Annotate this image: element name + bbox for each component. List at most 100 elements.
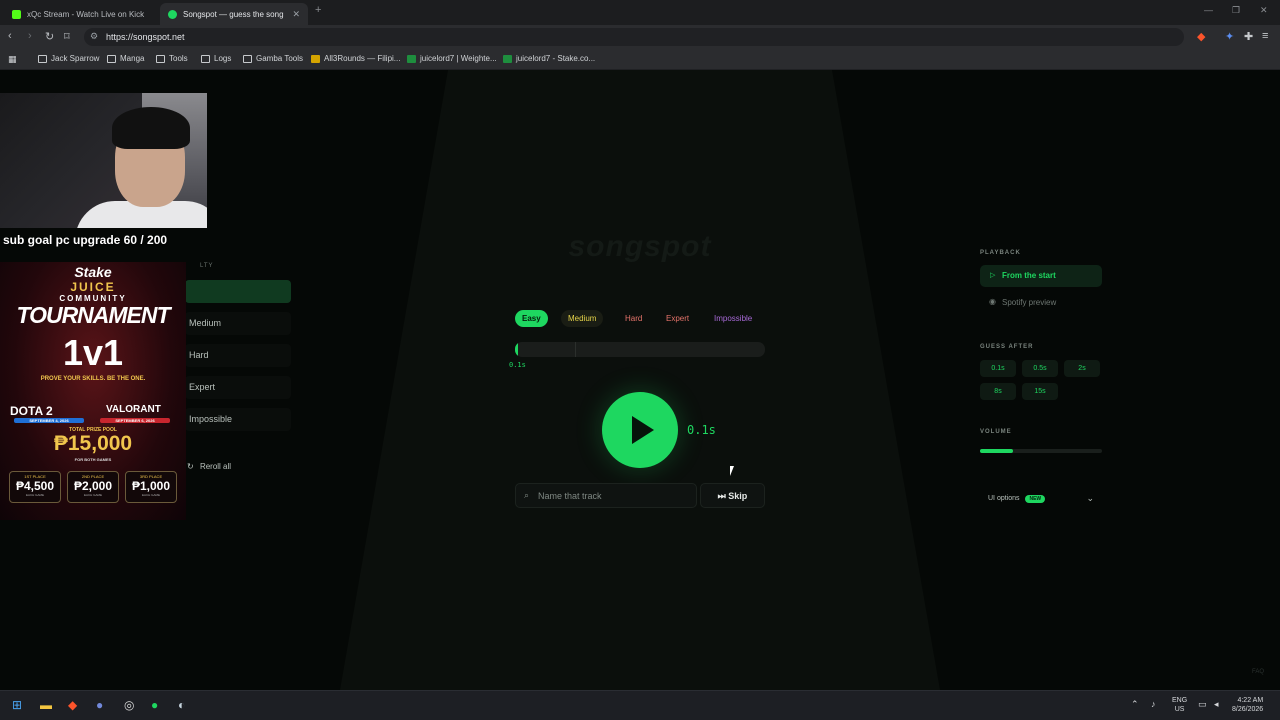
skip-icon: ⏭ xyxy=(717,491,726,501)
apps-grid-icon[interactable]: ▦ xyxy=(8,54,17,65)
skip-button[interactable]: ⏭ Skip xyxy=(700,483,765,508)
difficulty-option-easy[interactable] xyxy=(185,280,291,303)
skip-label: Skip xyxy=(728,491,748,501)
new-badge: NEW xyxy=(1025,495,1046,503)
valorant-label: VALORANT xyxy=(106,404,161,415)
playback-spotify-preview[interactable]: ◉ Spotify preview xyxy=(980,292,1102,314)
brave-browser-icon[interactable]: ◆ xyxy=(68,698,77,712)
stake-logo: Stake xyxy=(74,264,112,280)
tab-xqc-stream[interactable]: xQc Stream - Watch Live on Kick xyxy=(4,3,162,25)
new-tab-button[interactable]: + xyxy=(315,4,321,16)
browser-tab-bar: xQc Stream - Watch Live on Kick Songspot… xyxy=(0,0,1280,25)
search-icon: ⌕ xyxy=(524,490,530,500)
dota2-label: DOTA 2 xyxy=(10,404,53,418)
site-info-icon[interactable]: ⚙ xyxy=(90,31,98,42)
bookmark-logs[interactable]: Logs xyxy=(201,54,231,63)
steam-icon[interactable]: ◐ xyxy=(178,698,185,712)
difficulty-option-impossible[interactable]: Impossible xyxy=(185,408,291,431)
volume-slider[interactable] xyxy=(980,449,1102,453)
difficulty-impossible[interactable]: Impossible xyxy=(707,310,759,327)
guess-after-0-1s[interactable]: 0.1s xyxy=(980,360,1016,377)
windows-start-icon[interactable]: ⊞ xyxy=(12,698,22,712)
guess-input[interactable]: ⌕ Name that track xyxy=(515,483,697,508)
discord-icon[interactable]: ● xyxy=(96,698,103,712)
difficulty-expert[interactable]: Expert xyxy=(659,310,696,327)
play-small-icon: ▷ xyxy=(990,272,996,279)
bookmark-jack-sparrow[interactable]: Jack Sparrow xyxy=(38,54,99,63)
volume-tray-icon[interactable]: ◂ xyxy=(1214,699,1219,710)
bookmark-all3rounds[interactable]: All3Rounds — Filipi... xyxy=(311,54,400,63)
guess-after-8s[interactable]: 8s xyxy=(980,383,1016,400)
minimize-icon[interactable]: — xyxy=(1204,5,1213,15)
network-icon[interactable]: ▭ xyxy=(1198,699,1207,710)
slogan: PROVE YOUR SKILLS. BE THE ONE. xyxy=(40,376,146,382)
tournament-promo-banner: Stake JUICE COMMUNITY TOURNAMENT 1v1 PRO… xyxy=(0,262,186,520)
tab-title: xQc Stream - Watch Live on Kick xyxy=(27,9,145,19)
reroll-all-button[interactable]: ↻ Reroll all xyxy=(187,462,231,471)
close-tab-icon[interactable]: ✕ xyxy=(292,9,300,20)
kick-favicon-icon xyxy=(12,9,21,19)
chrome-icon[interactable]: ◎ xyxy=(124,698,134,712)
bookmark-tools[interactable]: Tools xyxy=(156,54,188,63)
close-window-icon[interactable]: ✕ xyxy=(1260,5,1268,16)
brave-shields-icon[interactable]: ◆ xyxy=(1197,30,1205,43)
guess-after-2s[interactable]: 2s xyxy=(1064,360,1100,377)
difficulty-easy[interactable]: Easy xyxy=(515,310,548,327)
volume-title: VOLUME xyxy=(980,429,1012,435)
mode-label: 1v1 xyxy=(62,332,124,373)
songspot-logo: songspot xyxy=(568,230,712,263)
ui-options-dropdown[interactable]: UI options NEW ⌄ xyxy=(980,488,1102,510)
mouse-cursor-icon xyxy=(730,466,734,476)
site-icon xyxy=(407,54,416,63)
system-clock[interactable]: 4:22 AM 8/26/2026 xyxy=(1232,696,1263,714)
prize-third: 3RD PLACE ₱1,000 EACH GAME xyxy=(125,471,177,503)
microphone-icon[interactable]: ♪ xyxy=(1151,699,1156,709)
url-bar[interactable]: ⚙ https://songspot.net xyxy=(84,28,1184,46)
tab-songspot[interactable]: Songspot — guess the song ✕ xyxy=(160,3,308,25)
extensions-icon[interactable]: ✚ xyxy=(1244,30,1253,43)
playback-from-start[interactable]: ▷ From the start xyxy=(980,265,1102,287)
prize-second: 2ND PLACE ₱2,000 EACH GAME xyxy=(67,471,119,503)
bookmark-gamba-tools[interactable]: Gamba Tools xyxy=(243,54,303,63)
bookmark-juicelord-weighted[interactable]: juicelord7 | Weighte... xyxy=(407,54,497,63)
folder-icon xyxy=(38,54,47,63)
webcam-overlay xyxy=(0,93,207,228)
tray-chevron-up-icon[interactable]: ⌃ xyxy=(1131,699,1139,710)
progress-label: 0.1s xyxy=(509,361,526,369)
progress-marker xyxy=(575,342,576,357)
reroll-icon: ↻ xyxy=(187,462,194,471)
bookmark-icon[interactable]: ⌑ xyxy=(64,30,70,43)
for-both-games: FOR BOTH GAMES xyxy=(74,457,112,462)
difficulty-option-expert[interactable]: Expert xyxy=(185,376,291,399)
spotify-taskbar-icon[interactable]: ● xyxy=(151,698,158,712)
back-icon[interactable]: ‹ xyxy=(8,30,12,42)
language-indicator[interactable]: ENG US xyxy=(1172,696,1187,714)
guess-after-15s[interactable]: 15s xyxy=(1022,383,1058,400)
spotlight-beam xyxy=(340,70,940,690)
difficulty-option-medium[interactable]: Medium xyxy=(185,312,291,335)
folder-icon xyxy=(156,54,165,63)
play-button[interactable] xyxy=(602,392,678,468)
difficulty-hard[interactable]: Hard xyxy=(618,310,649,327)
difficulty-medium[interactable]: Medium xyxy=(561,310,604,327)
sub-goal-text: sub goal pc upgrade 60 / 200 xyxy=(3,233,168,247)
url-text: https://songspot.net xyxy=(106,32,185,42)
prize-first: 1ST PLACE ₱4,500 EACH GAME xyxy=(9,471,61,503)
faq-link[interactable]: FAQ xyxy=(1252,669,1264,675)
difficulty-option-hard[interactable]: Hard xyxy=(185,344,291,367)
valorant-date: SEPTEMBER 6, 2026 xyxy=(100,418,170,423)
guess-after-0-5s[interactable]: 0.5s xyxy=(1022,360,1058,377)
forward-icon[interactable]: › xyxy=(28,30,32,42)
site-icon xyxy=(503,54,512,63)
file-explorer-icon[interactable]: ▬ xyxy=(40,698,52,712)
reload-icon[interactable]: ↻ xyxy=(45,30,54,43)
difficulty-panel-title: LTY xyxy=(200,263,214,269)
folder-icon xyxy=(243,54,252,63)
bookmark-juicelord-stake[interactable]: juicelord7 - Stake.co... xyxy=(503,54,595,63)
menu-icon[interactable]: ≡ xyxy=(1262,30,1268,42)
prize-pool-amount: ₱15,000 xyxy=(53,432,133,455)
bookmark-manga[interactable]: Manga xyxy=(107,54,144,63)
address-toolbar: ‹ › ↻ ⌑ ⚙ https://songspot.net ◆ ✦ ✚ ≡ xyxy=(0,25,1280,49)
maximize-icon[interactable]: ❐ xyxy=(1232,5,1240,16)
leo-icon[interactable]: ✦ xyxy=(1225,30,1234,43)
